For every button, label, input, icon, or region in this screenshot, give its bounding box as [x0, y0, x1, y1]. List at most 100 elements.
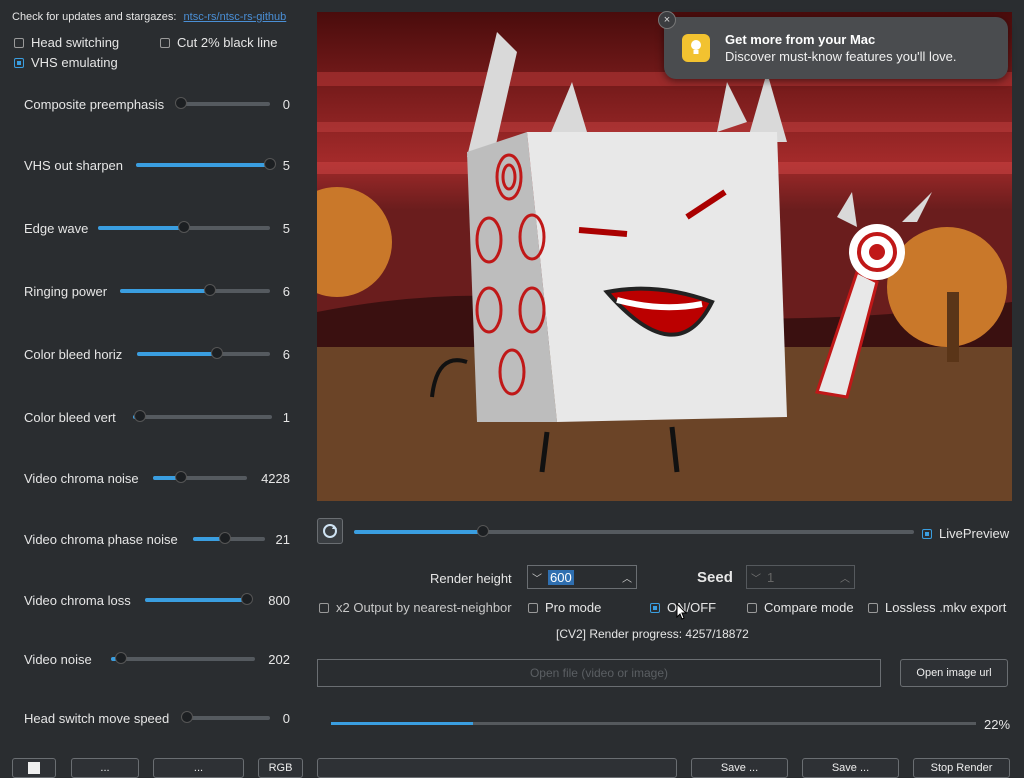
slider-value: 6 — [282, 347, 290, 362]
slider-label: Color bleed horiz — [24, 347, 123, 362]
slider-handle[interactable] — [181, 711, 193, 723]
slider-handle[interactable] — [204, 284, 216, 296]
bottom-button-2[interactable]: ... — [71, 758, 139, 778]
checkbox-label: x2 Output by nearest-neighbor — [336, 600, 512, 615]
save-button-2[interactable]: Save ... — [802, 758, 899, 778]
slider-label: VHS out sharpen — [24, 158, 124, 173]
checkbox-label: Compare mode — [764, 600, 854, 615]
slider-value: 1 — [282, 410, 290, 425]
checkbox-label: ON/OFF — [667, 600, 717, 615]
checkbox-box[interactable] — [14, 57, 24, 68]
seed-label: Seed — [697, 569, 733, 586]
compare-mode-checkbox[interactable]: Compare mode — [747, 600, 854, 615]
slider-label: Edge wave — [24, 221, 89, 236]
pro-mode-checkbox[interactable]: Pro mode — [528, 600, 601, 615]
slider-label: Composite preemphasis — [24, 97, 165, 112]
slider-handle[interactable] — [175, 471, 188, 483]
live-preview-checkbox[interactable]: LivePreview — [922, 526, 1009, 541]
render-progress-percent: 22% — [984, 717, 1011, 732]
close-icon[interactable]: × — [658, 11, 676, 29]
slider-label: Ringing power — [24, 284, 108, 299]
chevron-up-icon[interactable]: ︿ — [836, 570, 854, 585]
lossless-export-checkbox[interactable]: Lossless .mkv export — [868, 600, 1006, 615]
head-switching-checkbox[interactable]: Head switching — [14, 35, 119, 50]
render-height-spinbox[interactable]: ﹀ 600 ︿ — [527, 565, 637, 589]
slider-track — [111, 652, 255, 664]
slider-handle[interactable] — [178, 221, 190, 233]
checkbox-box[interactable] — [747, 602, 757, 613]
slider-control[interactable] — [120, 284, 270, 296]
slider-track — [120, 284, 270, 296]
refresh-icon — [323, 524, 337, 538]
vhs-emulating-checkbox[interactable]: VHS emulating — [14, 55, 118, 70]
chevron-up-icon[interactable]: ︿ — [618, 570, 636, 585]
slider-value: 202 — [268, 652, 290, 667]
slider-label: Color bleed vert — [24, 410, 116, 425]
slider-control[interactable] — [145, 593, 253, 605]
open-image-url-button[interactable]: Open image url — [900, 659, 1008, 687]
bottom-wide-field[interactable] — [317, 758, 677, 778]
checkbox-label: VHS emulating — [31, 55, 118, 70]
timeline-track — [354, 525, 914, 537]
checkbox-box[interactable] — [528, 602, 538, 613]
lightbulb-icon — [682, 34, 710, 62]
checkbox-box[interactable] — [650, 602, 660, 613]
slider-handle[interactable] — [133, 410, 146, 422]
slider-value: 0 — [282, 711, 290, 726]
notification-title: Get more from your Mac — [725, 32, 876, 47]
video-preview — [317, 12, 1012, 501]
slider-label: Video chroma noise — [24, 471, 139, 486]
slider-value: 800 — [268, 593, 290, 608]
slider-value: 6 — [282, 284, 290, 299]
update-link[interactable]: ntsc-rs/ntsc-rs-github — [184, 11, 287, 23]
seed-spinbox[interactable]: ﹀ 1 ︿ — [746, 565, 855, 589]
checkbox-box[interactable] — [160, 37, 170, 48]
checkbox-label: Head switching — [31, 35, 120, 50]
slider-control[interactable] — [153, 471, 247, 483]
render-height-value[interactable]: 600 — [548, 569, 574, 585]
slider-value: 0 — [282, 97, 290, 112]
slider-handle[interactable] — [115, 652, 128, 664]
checkbox-label: LivePreview — [939, 526, 1010, 541]
slider-fill — [98, 226, 184, 230]
slider-control[interactable] — [111, 652, 255, 664]
rgb-button[interactable]: RGB — [258, 758, 303, 778]
seed-value[interactable]: 1 — [767, 570, 774, 585]
chevron-down-icon[interactable]: ﹀ — [747, 570, 765, 585]
render-height-label: Render height — [430, 571, 512, 586]
update-check-line: Check for updates and stargazes: ntsc-rs… — [12, 11, 286, 23]
bottom-button-3[interactable]: ... — [153, 758, 244, 778]
checkbox-label: Lossless .mkv export — [885, 600, 1007, 615]
slider-handle[interactable] — [175, 97, 187, 109]
slider-value: 5 — [282, 221, 290, 236]
refresh-button[interactable] — [317, 518, 343, 544]
save-button-1[interactable]: Save ... — [691, 758, 788, 778]
nearest-neighbor-checkbox[interactable]: x2 Output by nearest-neighbor — [319, 600, 512, 615]
cut-black-line-checkbox[interactable]: Cut 2% black line — [160, 35, 277, 50]
mac-notification[interactable]: × Get more from your Mac Discover must-k… — [658, 11, 1008, 79]
slider-fill — [145, 598, 247, 602]
stop-render-button[interactable]: Stop Render — [913, 758, 1010, 778]
render-progress-bar — [331, 722, 976, 725]
checkbox-box[interactable] — [319, 602, 329, 613]
square-icon — [28, 762, 40, 774]
open-file-dropzone[interactable]: Open file (video or image) — [317, 659, 881, 687]
mouse-cursor-icon — [676, 603, 688, 620]
slider-value: 4228 — [261, 471, 290, 486]
timeline-fill — [354, 530, 483, 534]
bottom-button-1[interactable] — [12, 758, 56, 778]
checkbox-box[interactable] — [868, 602, 878, 613]
slider-handle[interactable] — [210, 347, 223, 359]
timeline-handle[interactable] — [476, 525, 489, 537]
slider-label: Video chroma phase noise — [24, 532, 178, 547]
checkbox-box[interactable] — [14, 37, 24, 48]
chevron-down-icon[interactable]: ﹀ — [528, 570, 546, 585]
slider-fill — [137, 352, 217, 356]
slider-value: 21 — [275, 532, 290, 547]
checkbox-box[interactable] — [922, 528, 932, 539]
notification-body: Discover must-know features you'll love. — [725, 49, 957, 64]
slider-control[interactable] — [98, 221, 270, 233]
slider-handle[interactable] — [218, 532, 231, 544]
timeline-slider[interactable] — [354, 525, 914, 537]
slider-label: Video noise — [24, 652, 92, 667]
